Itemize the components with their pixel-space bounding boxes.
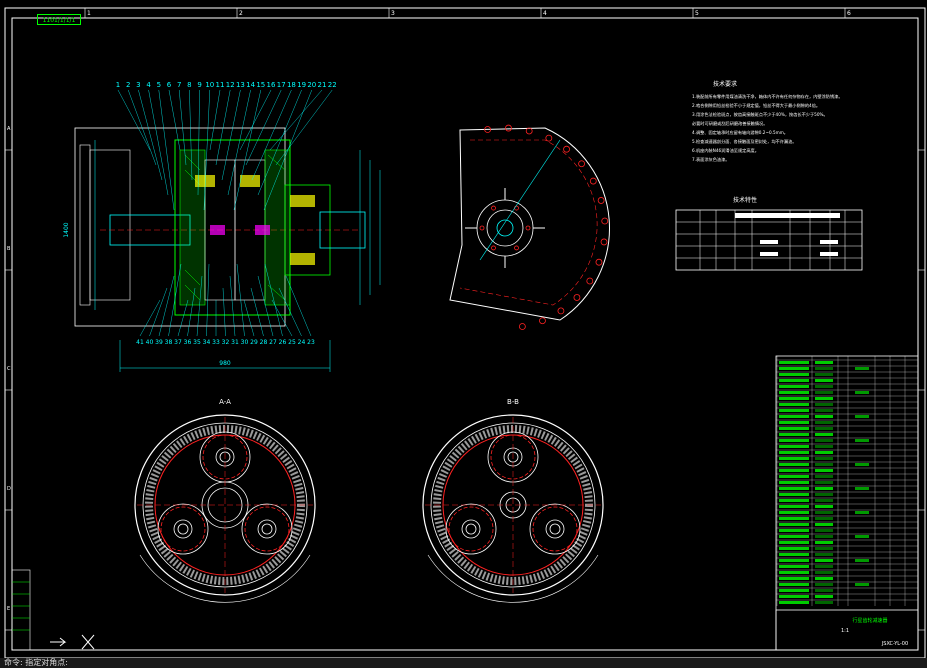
- side-ruler-label: D: [7, 486, 11, 492]
- note-line: 4.调整、固定轴承时应留有轴向游隙0.2~0.5mm。: [692, 129, 788, 136]
- note-line: 5.检查减速器剖分面、各接触面及密封处，均不许漏油。: [692, 138, 797, 145]
- part-number-bottom: 34: [203, 339, 211, 346]
- cad-drawing-canvas[interactable]: 123456 ABCDE 980 1400 1 2 3 4 5 6 7 8 9 …: [0, 0, 927, 668]
- side-ruler-label: A: [7, 126, 11, 132]
- part-number-bottom: 39: [155, 339, 163, 346]
- side-ruler-label: C: [7, 366, 11, 372]
- ucs-icon: [50, 634, 95, 650]
- spec-table-title: 技术特性: [733, 196, 757, 204]
- part-number-bottom: 28: [260, 339, 268, 346]
- bom-scale: 1:1: [841, 628, 849, 634]
- revision-block: [11, 569, 31, 651]
- part-number-top: 1: [116, 81, 120, 89]
- part-number-top: 15: [256, 81, 265, 89]
- part-number-top: 13: [236, 81, 245, 89]
- top-ruler-label: 5: [695, 10, 699, 17]
- part-number-top: 19: [297, 81, 306, 89]
- part-number-top: 16: [267, 81, 276, 89]
- part-number-top: 10: [205, 81, 214, 89]
- part-number-top: 22: [328, 81, 337, 89]
- part-number-bottom: 30: [241, 339, 249, 346]
- part-number-top: 14: [246, 81, 255, 89]
- top-ruler: 1 2 3 4 5 6: [84, 8, 851, 18]
- part-number-bottom: 36: [184, 339, 192, 346]
- top-ruler-label: 6: [847, 10, 851, 17]
- note-line: 必要时可研磨或刮后研磨改善接触情况。: [692, 120, 767, 127]
- part-number-top: 21: [318, 81, 327, 89]
- part-number-bottom: 38: [165, 339, 173, 346]
- part-number-bottom: 26: [279, 339, 287, 346]
- bom-drawing-code: JSXC-YL-00: [881, 641, 908, 647]
- top-ruler-label: 3: [391, 10, 395, 17]
- part-number-top: 8: [187, 81, 191, 89]
- note-line: 7.表面涂灰色油漆。: [692, 156, 730, 163]
- total-height-dimension: 1400: [63, 222, 70, 237]
- part-number-top: 5: [157, 81, 161, 89]
- part-number-bottom: 40: [146, 339, 154, 346]
- side-ruler-label: E: [7, 606, 10, 612]
- part-leaders-top: 1 2 3 4 5 6 7 8 9 10 11 12 13 14 15 16 17 18 19 20 21 22: [116, 81, 337, 211]
- part-number-bottom: 25: [288, 339, 296, 346]
- part-number-bottom: 23: [307, 339, 315, 346]
- part-number-bottom: 32: [222, 339, 230, 346]
- section-view-b: B-B: [422, 398, 604, 603]
- bolt-holes: [479, 124, 609, 330]
- side-ruler-label: B: [7, 246, 11, 252]
- part-number-top: 12: [226, 81, 235, 89]
- part-number-top: 18: [287, 81, 296, 89]
- part-number-top: 2: [126, 81, 130, 89]
- part-number-bottom: 41: [136, 339, 144, 346]
- part-number-bottom: 31: [231, 339, 239, 346]
- part-number-top: 11: [216, 81, 225, 89]
- part-number-top: 3: [136, 81, 140, 89]
- top-ruler-label: 1: [87, 10, 91, 17]
- note-line: 6.机座内装N46润滑油至规定高度。: [692, 147, 759, 154]
- part-number-top: 4: [146, 81, 151, 89]
- bom-drawing-title: 行星齿轮减速器: [852, 617, 887, 624]
- main-section-view: 980 1400 1 2 3 4 5 6 7 8 9 10 11 12 13 14 15 16 17 18 19 20…: [63, 81, 381, 372]
- top-ruler-label: 4: [543, 10, 547, 17]
- part-number-top: 17: [277, 81, 286, 89]
- note-line: 1.装配前所有零件用煤油清洗干净，箱体内不许有任何杂物存在，内壁涂防锈漆。: [692, 93, 843, 100]
- section-view-a: A-A: [134, 398, 316, 603]
- part-number-top: 7: [177, 81, 181, 89]
- overall-width-dimension: 980: [219, 360, 231, 367]
- note-line: 3.用涂色法检验斑点，按齿高接触斑点不少于40%，按齿长不少于50%。: [692, 111, 828, 118]
- part-number-bottom: 37: [174, 339, 182, 346]
- part-number-bottom: 24: [298, 339, 306, 346]
- spec-table: 技术特性: [675, 196, 863, 271]
- part-number-top: 9: [197, 81, 201, 89]
- command-line[interactable]: 命令: 指定对角点:: [0, 658, 927, 668]
- end-view: [449, 124, 610, 330]
- section-label-right: B-B: [507, 398, 519, 406]
- bill-of-materials: 行星齿轮减速器 1:1 JSXC-YL-00: [775, 355, 919, 651]
- part-number-bottom: 29: [250, 339, 258, 346]
- notes-title: 技术要求: [713, 80, 737, 88]
- section-label-left: A-A: [219, 398, 231, 406]
- top-ruler-label: 2: [239, 10, 243, 17]
- part-number-bottom: 33: [212, 339, 220, 346]
- part-number-top: 6: [167, 81, 172, 89]
- part-number-bottom: 27: [269, 339, 277, 346]
- part-number-top: 20: [307, 81, 316, 89]
- technical-notes: 技术要求 1.装配前所有零件用煤油清洗干净，箱体内不许有任何杂物存在，内壁涂防锈…: [692, 80, 843, 163]
- note-line: 2.啮合侧隙用铅丝检验不小于规定值，铅丝不得大于最小侧隙的4倍。: [692, 102, 820, 109]
- title-tab: 1101/1/1/1: [37, 14, 81, 25]
- part-number-bottom: 35: [193, 339, 201, 346]
